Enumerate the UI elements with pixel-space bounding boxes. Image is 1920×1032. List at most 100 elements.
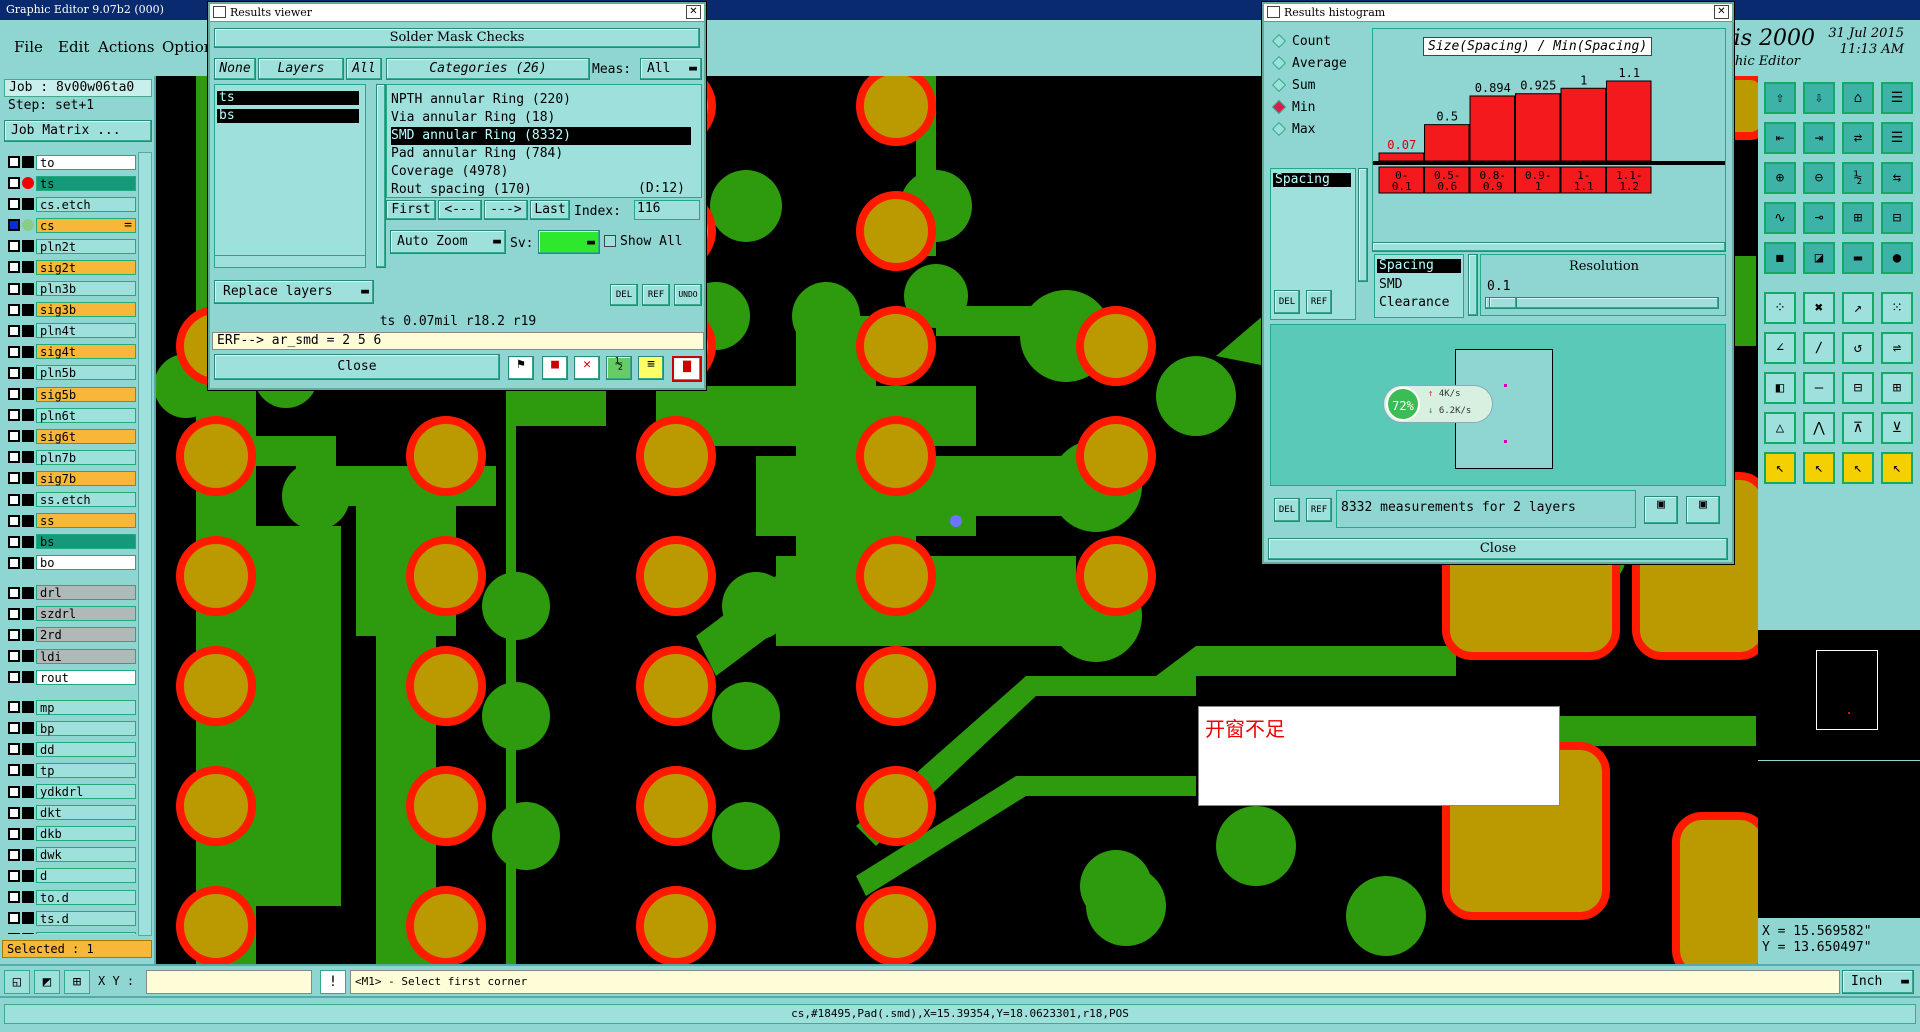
layer-row-to.d[interactable]: to.d <box>4 889 136 905</box>
layer-name[interactable]: dd <box>36 741 136 757</box>
radio-diamond-icon[interactable] <box>1271 99 1287 115</box>
category-coverage[interactable]: Coverage (4978) <box>391 163 691 181</box>
results-histogram-titlebar[interactable]: Results histogram ✕ <box>1264 4 1732 22</box>
measure-type-smd[interactable]: SMD <box>1379 277 1402 292</box>
layer-row-d[interactable]: d <box>4 868 136 884</box>
layer-checkbox[interactable] <box>8 607 20 620</box>
network-speed-widget[interactable]: 72% ↑ 4K/s ↓ 6.2K/s <box>1383 385 1493 423</box>
layer-row-pln7b[interactable]: pln7b <box>4 449 136 465</box>
arrow-icon[interactable]: ↗ <box>1842 292 1874 324</box>
radio-diamond-icon[interactable] <box>1271 121 1287 137</box>
resolution-slider-handle[interactable] <box>1489 297 1517 309</box>
close-icon[interactable]: ✕ <box>1714 5 1729 19</box>
layer-row-bp[interactable]: bp <box>4 720 136 736</box>
measure-spacing[interactable]: Spacing <box>1273 173 1351 187</box>
layer-name[interactable]: pln3b <box>36 281 136 297</box>
del-button[interactable]: DEL <box>610 284 638 306</box>
zoom-in-icon[interactable]: ⊕ <box>1764 162 1796 194</box>
layer-row-sig3b[interactable]: sig3b <box>4 302 136 318</box>
layer-row-pln3b[interactable]: pln3b <box>4 281 136 297</box>
swap-icon[interactable]: ⇌ <box>1881 332 1913 364</box>
layer-row-sig2t[interactable]: sig2t <box>4 259 136 275</box>
layer-name[interactable]: sig3b <box>36 302 136 318</box>
sv-color-select[interactable]: ▬ <box>538 230 600 254</box>
layer-checkbox[interactable] <box>8 493 20 506</box>
alert-icon[interactable]: ! <box>320 970 346 994</box>
dots-icon[interactable]: ⁘ <box>1764 292 1796 324</box>
histogram-bar[interactable] <box>1469 95 1515 162</box>
layer-name[interactable]: pln2t <box>36 238 136 254</box>
layer-checkbox[interactable] <box>8 472 20 485</box>
radio-diamond-icon[interactable] <box>1271 77 1287 93</box>
close-icon[interactable]: ✕ <box>686 5 701 19</box>
layers-vscrollbar[interactable] <box>376 84 386 268</box>
layer-row-dkt[interactable]: dkt <box>4 805 136 821</box>
measure-scrollbar[interactable] <box>1358 168 1368 282</box>
align-right-icon[interactable]: ⇥ <box>1803 122 1835 154</box>
layer-name[interactable]: pln7b <box>36 449 136 465</box>
layer-checkbox[interactable] <box>8 177 20 190</box>
rotate-icon[interactable]: ↺ <box>1842 332 1874 364</box>
last-button[interactable]: Last <box>530 200 570 220</box>
layer-checkbox[interactable] <box>8 671 20 684</box>
select-icon[interactable]: ↖ <box>1842 452 1874 484</box>
layer-checkbox[interactable] <box>8 282 20 295</box>
layer-checkbox[interactable] <box>8 933 20 934</box>
layer-checkbox[interactable] <box>8 535 20 548</box>
layer-checkbox[interactable] <box>8 388 20 401</box>
layer-name[interactable]: to.d <box>36 889 136 905</box>
layer-name[interactable]: cs.d <box>36 931 136 934</box>
results-viewer-titlebar[interactable]: Results viewer ✕ <box>210 4 704 22</box>
layer-name[interactable]: szdrl <box>36 606 136 622</box>
resolution-slider[interactable] <box>1485 297 1719 309</box>
report-icon[interactable]: ½ <box>606 356 632 380</box>
layer-row-ydkdrl[interactable]: ydkdrl <box>4 784 136 800</box>
layer-name[interactable]: dkt <box>36 805 136 821</box>
measure-type-list[interactable]: Spacing SMD Clearance <box>1374 254 1464 318</box>
layer-row-szdrl[interactable]: szdrl <box>4 606 136 622</box>
aggregate-option-average[interactable]: Average <box>1270 52 1370 74</box>
menu-edit[interactable]: Edit <box>58 38 89 56</box>
histogram-bar[interactable] <box>1606 80 1652 162</box>
layer-name[interactable]: cs <box>36 217 136 233</box>
circle-icon[interactable]: ● <box>1881 242 1913 274</box>
peak-icon[interactable]: ⋀ <box>1803 412 1835 444</box>
flip-icon[interactable]: ⇆ <box>1881 162 1913 194</box>
histogram-bar[interactable] <box>1515 93 1561 162</box>
mirror-icon[interactable]: ⇄ <box>1842 122 1874 154</box>
layer-checkbox[interactable] <box>8 240 20 253</box>
clear-icon[interactable]: ✕ <box>574 356 600 380</box>
cross-icon[interactable]: ✖ <box>1803 292 1835 324</box>
layer-checkbox[interactable] <box>8 827 20 840</box>
layer-checkbox[interactable] <box>8 806 20 819</box>
layer-checkbox[interactable] <box>8 785 20 798</box>
wave-icon[interactable]: ∿ <box>1764 202 1796 234</box>
layer-checkbox[interactable] <box>8 891 20 903</box>
layer-list-scrollbar[interactable] <box>138 152 152 936</box>
histogram-graph[interactable]: Size(Spacing) / Min(Spacing) 0.07 0- 0.1 0.… <box>1372 28 1726 246</box>
save-graph-icon[interactable]: ▣ <box>1644 496 1678 524</box>
histogram-close-button[interactable]: Close <box>1268 538 1728 560</box>
measure-type-spacing[interactable]: Spacing <box>1377 259 1461 273</box>
xy-input[interactable] <box>146 970 312 994</box>
layer-row-ts[interactable]: ts <box>4 175 136 191</box>
pointer-icon[interactable]: ↖ <box>1764 452 1796 484</box>
undo-button[interactable]: UNDO <box>674 284 702 306</box>
menu-file[interactable]: File <box>14 38 43 56</box>
layer-name[interactable]: d <box>36 868 136 884</box>
hist-ref-button[interactable]: REF <box>1306 290 1332 314</box>
layer-name[interactable]: bo <box>36 555 136 571</box>
layer-name[interactable]: ss.etch <box>36 492 136 507</box>
layer-row-mp[interactable]: mp <box>4 699 136 715</box>
category-smd[interactable]: SMD annular Ring (8332) <box>391 127 691 145</box>
layer-row-pln4t[interactable]: pln4t <box>4 323 136 339</box>
layer-name[interactable]: sig4t <box>36 344 136 360</box>
layers-hscrollbar[interactable] <box>215 255 365 267</box>
tab-layers[interactable]: Layers <box>258 58 344 80</box>
layer-row-bo[interactable]: bo <box>4 555 136 571</box>
layer-name[interactable]: dkb <box>36 826 136 842</box>
layer-row-sig4t[interactable]: sig4t <box>4 344 136 360</box>
layer-checkbox[interactable] <box>8 628 20 641</box>
layer-name[interactable]: to <box>36 154 136 170</box>
layer-row-sig7b[interactable]: sig7b <box>4 470 136 486</box>
